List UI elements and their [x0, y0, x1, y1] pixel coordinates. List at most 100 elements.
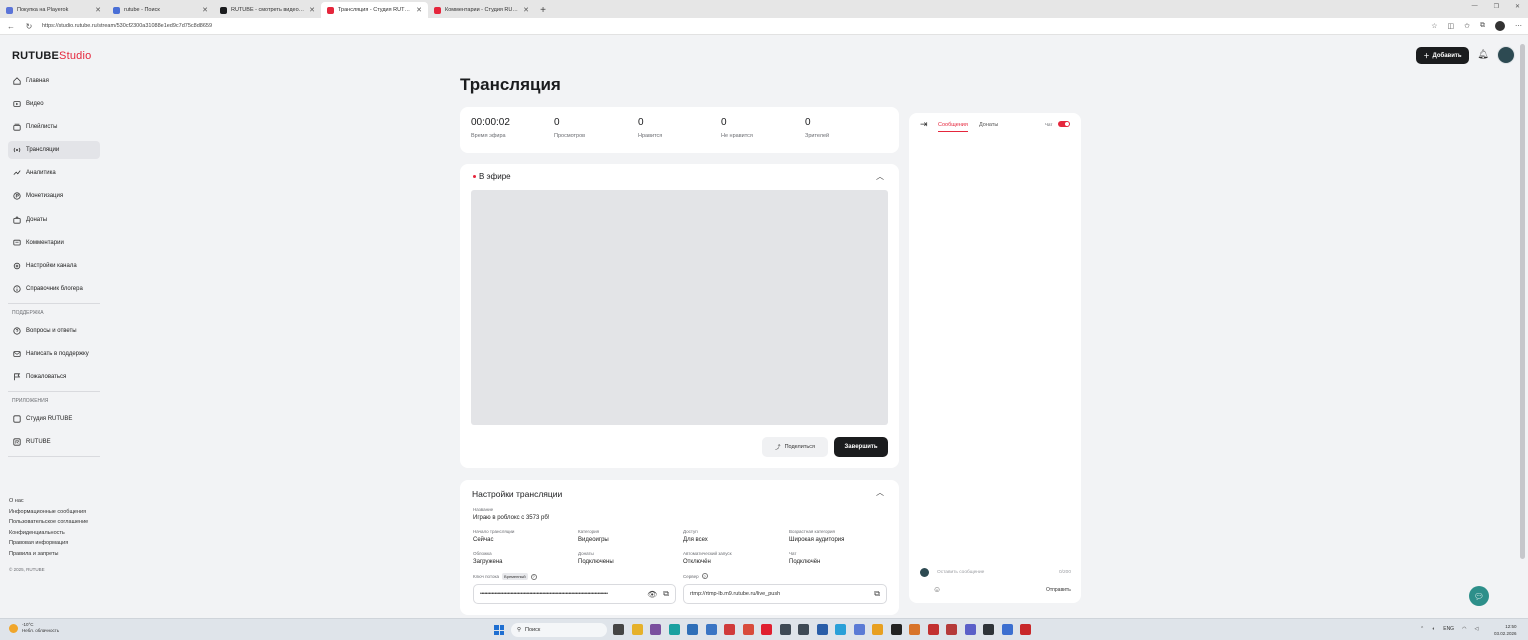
sidebar-item-home[interactable]: Главная: [8, 72, 100, 90]
emoji-icon[interactable]: ☺: [933, 585, 941, 594]
sidebar-item-broadcasts[interactable]: Трансляции: [8, 141, 100, 160]
help-icon[interactable]: ?: [530, 573, 537, 580]
app-icon[interactable]: [798, 624, 809, 635]
volume-icon[interactable]: ◁: [1474, 626, 1478, 632]
app-icon[interactable]: [853, 624, 865, 635]
tab-donates[interactable]: Донаты: [979, 122, 998, 128]
sidebar-item-blogger-guide[interactable]: Справочник блогера: [8, 280, 100, 298]
close-icon[interactable]: ✕: [95, 6, 101, 14]
app-icon[interactable]: [909, 624, 920, 635]
app-icon[interactable]: [779, 624, 791, 635]
close-window-icon[interactable]: ✕: [1515, 3, 1520, 10]
footer-link-agreement[interactable]: Пользовательское соглашение: [9, 517, 88, 528]
send-button[interactable]: Отправить: [1046, 587, 1071, 593]
add-button[interactable]: ＋ Добавить: [1416, 47, 1469, 64]
user-avatar[interactable]: [1497, 46, 1515, 64]
new-tab-button[interactable]: +: [535, 2, 551, 18]
chat-toggle[interactable]: [1058, 121, 1070, 127]
browser-tab-1[interactable]: rutube - Поиск ✕: [107, 2, 214, 18]
browser-tab-3[interactable]: Трансляция - Студия RUTUBE ✕: [321, 2, 428, 18]
close-icon[interactable]: ✕: [523, 6, 529, 14]
explorer-icon[interactable]: [631, 624, 643, 635]
chrome-icon[interactable]: [872, 624, 883, 635]
windows-start-icon[interactable]: [494, 625, 504, 635]
reload-icon[interactable]: ↻: [24, 22, 34, 31]
chevron-up-icon[interactable]: ︿: [876, 171, 884, 182]
app-icon[interactable]: [946, 624, 957, 635]
app-icon[interactable]: [687, 624, 698, 635]
end-stream-button[interactable]: Завершить: [834, 437, 888, 457]
browser-tab-0[interactable]: Покупка на Plaуerok ✕: [0, 2, 107, 18]
server-field[interactable]: rtmp://rtmp-lb.m9.rutube.ru/live_push ⧉: [683, 584, 887, 604]
rutube-studio-logo[interactable]: RUTUBEStudio: [12, 50, 91, 62]
sidebar-item-channel-settings[interactable]: Настройки канала: [8, 257, 100, 275]
sidebar-item-rutube-app[interactable]: RUTUBE: [8, 433, 100, 451]
teams-icon[interactable]: [964, 624, 976, 635]
video-preview[interactable]: [471, 190, 888, 425]
footer-link-privacy[interactable]: Конфиденциальность: [9, 528, 88, 539]
app-icon[interactable]: [1001, 624, 1013, 635]
yandex-icon[interactable]: [724, 624, 735, 635]
sidebar-item-write-support[interactable]: Написать в поддержку: [8, 345, 100, 363]
close-icon[interactable]: ✕: [309, 6, 315, 14]
browser-tab-4[interactable]: Комментарии - Студия RUTUBE ✕: [428, 2, 535, 18]
sidebar-item-video[interactable]: Видео: [8, 95, 100, 113]
sidebar-item-analytics[interactable]: Аналитика: [8, 164, 100, 182]
taskview-icon[interactable]: [613, 624, 624, 635]
restore-icon[interactable]: ❐: [1494, 3, 1499, 10]
collapse-chat-icon[interactable]: ⇥: [920, 119, 928, 130]
browser-tab-2[interactable]: RUTUBE - смотреть видео онлайн ✕: [214, 2, 321, 18]
share-button[interactable]: ⤴ Поделиться: [762, 437, 828, 457]
app-icon[interactable]: [1020, 624, 1031, 635]
taskbar-search[interactable]: ⚲ Поиск: [511, 623, 607, 637]
eye-icon[interactable]: 👁︎: [647, 590, 657, 599]
back-icon[interactable]: ←: [6, 22, 16, 31]
footer-link-rules[interactable]: Правила и запреты: [9, 549, 88, 560]
yandex-browser-icon[interactable]: [742, 624, 754, 635]
footer-link-info[interactable]: Информационные сообщения: [9, 507, 88, 518]
tray-app-icon[interactable]: ◐: [1432, 626, 1435, 632]
minimize-icon[interactable]: —: [1472, 3, 1478, 10]
sidebar-item-donates[interactable]: Донаты: [8, 211, 100, 229]
sidebar-item-report[interactable]: Пожаловаться: [8, 368, 100, 386]
copy-icon[interactable]: ⧉: [663, 589, 669, 599]
profile-avatar[interactable]: [1495, 21, 1505, 31]
footer-link-legal[interactable]: Правовая информация: [9, 538, 88, 549]
bell-icon[interactable]: 🔔︎: [1477, 49, 1489, 61]
chat-message-input[interactable]: Оставить сообщение 0/200: [937, 570, 1071, 575]
stream-key-field[interactable]: ••••••••••••••••••••••••••••••••••••••••…: [473, 584, 676, 604]
terminal-icon[interactable]: [890, 624, 902, 635]
sidebar-item-comments[interactable]: Комментарии: [8, 234, 100, 252]
opera-icon[interactable]: [761, 624, 772, 635]
support-chat-button[interactable]: 💬︎: [1469, 586, 1489, 606]
footer-link-about[interactable]: О нас: [9, 496, 88, 507]
clock[interactable]: 12:50 03.02.2026: [1494, 623, 1517, 637]
edge-icon[interactable]: [668, 624, 680, 635]
close-icon[interactable]: ✕: [202, 6, 208, 14]
tray-chevron-icon[interactable]: ⌃: [1420, 626, 1424, 632]
close-icon[interactable]: ✕: [416, 6, 422, 14]
weather-widget[interactable]: -10°C Небл. облачность: [9, 622, 59, 634]
url-field[interactable]: https://studio.rutube.ru/stream/530cf230…: [42, 23, 1423, 29]
sidebar-item-studio-app[interactable]: Студия RUTUBE: [8, 410, 100, 428]
sidebar-item-monetization[interactable]: Монетизация: [8, 187, 100, 205]
favorite-star-icon[interactable]: ☆: [1431, 22, 1437, 30]
scrollbar[interactable]: [1520, 44, 1525, 559]
wifi-icon[interactable]: ◠: [1462, 626, 1466, 632]
app-icon[interactable]: [816, 624, 828, 635]
sidebar-item-playlists[interactable]: Плейлисты: [8, 118, 100, 136]
chevron-up-icon[interactable]: ︿: [876, 487, 884, 498]
split-screen-icon[interactable]: ◫: [1448, 22, 1455, 30]
more-icon[interactable]: ⋯: [1515, 22, 1522, 30]
app-icon[interactable]: [705, 624, 717, 635]
favorites-icon[interactable]: ✩: [1464, 22, 1470, 30]
telegram-icon[interactable]: [835, 624, 846, 635]
collections-icon[interactable]: ⧉: [1480, 22, 1485, 30]
app-icon[interactable]: [927, 624, 939, 635]
app-icon[interactable]: [650, 624, 661, 635]
copy-icon[interactable]: ⧉: [874, 589, 880, 599]
sidebar-item-faq[interactable]: Вопросы и ответы: [8, 322, 100, 340]
tab-messages[interactable]: Сообщения: [938, 122, 968, 132]
language-indicator[interactable]: ENG: [1443, 626, 1454, 632]
app-icon[interactable]: [983, 624, 994, 635]
